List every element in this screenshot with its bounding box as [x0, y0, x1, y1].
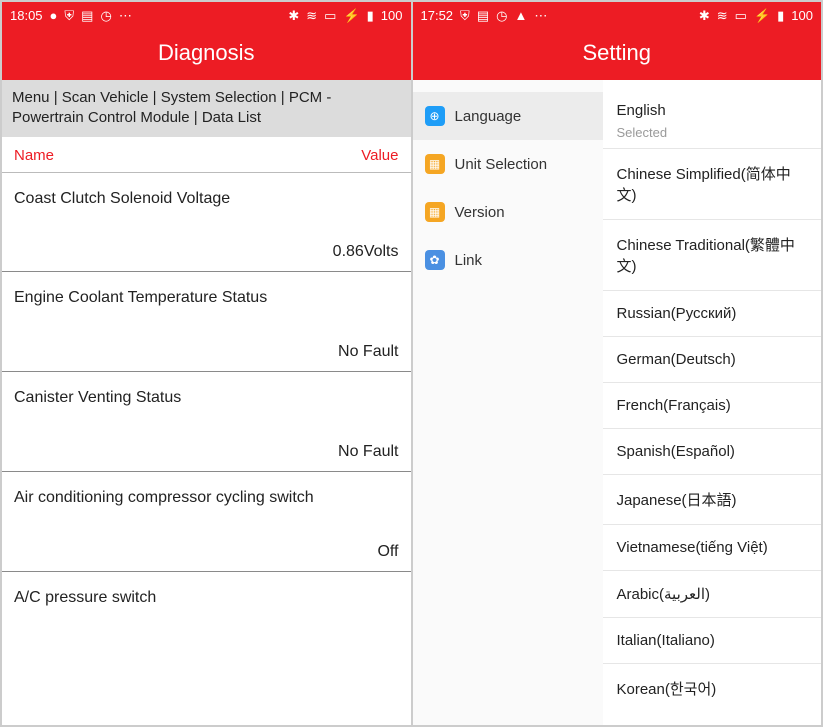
nav-item-version[interactable]: ▦ Version: [413, 188, 603, 236]
wifi-icon: ≋: [306, 9, 317, 22]
wifi-icon: ≋: [717, 9, 728, 22]
data-row[interactable]: Coast Clutch Solenoid Voltage 0.86Volts: [2, 173, 411, 273]
col-name: Name: [14, 147, 54, 164]
nav-label: Unit Selection: [455, 156, 548, 173]
rotate-icon: ▭: [324, 9, 336, 22]
data-row[interactable]: A/C pressure switch: [2, 572, 411, 621]
rotate-icon: ▭: [735, 9, 747, 22]
shield-icon: ⛨: [64, 9, 74, 22]
ruler-icon: ▦: [425, 154, 445, 174]
shield-icon: ⛨: [460, 9, 470, 22]
data-name: A/C pressure switch: [2, 572, 411, 621]
language-option[interactable]: Arabic(العربية): [603, 571, 822, 618]
more-icon: ⋯: [119, 9, 132, 22]
data-name: Coast Clutch Solenoid Voltage: [2, 173, 411, 222]
clock-icon: ◷: [496, 9, 507, 22]
data-value: No Fault: [2, 421, 411, 471]
status-time: 17:52: [421, 8, 454, 23]
nav-item-unit[interactable]: ▦ Unit Selection: [413, 140, 603, 188]
language-option[interactable]: French(Français): [603, 383, 822, 429]
globe-icon: ⊕: [425, 106, 445, 126]
gear-icon: ✿: [425, 250, 445, 270]
data-name: Air conditioning compressor cycling swit…: [2, 472, 411, 521]
nav-label: Version: [455, 204, 505, 221]
language-list[interactable]: English Selected Chinese Simplified(简体中文…: [603, 80, 822, 725]
data-name: Engine Coolant Temperature Status: [2, 272, 411, 321]
note-icon: ▤: [81, 9, 93, 22]
charge-icon: ⚡: [343, 9, 359, 22]
status-bar: 17:52 ⛨ ▤ ◷ ▲ ⋯ ✱ ≋ ▭ ⚡ ▮ 100: [413, 2, 822, 28]
note-icon: ▤: [477, 9, 489, 22]
data-list[interactable]: Coast Clutch Solenoid Voltage 0.86Volts …: [2, 173, 411, 726]
data-value: 0.86Volts: [2, 221, 411, 271]
language-option[interactable]: Vietnamese(tiếng Việt): [603, 525, 822, 571]
language-option[interactable]: Chinese Simplified(简体中文): [603, 149, 822, 220]
data-value: No Fault: [2, 321, 411, 371]
nav-item-link[interactable]: ✿ Link: [413, 236, 603, 284]
battery-pct: 100: [791, 8, 813, 23]
clock-icon: ◷: [100, 9, 111, 22]
grid-icon: ▦: [425, 202, 445, 222]
language-option[interactable]: Italian(Italiano): [603, 618, 822, 664]
selected-label: Selected: [603, 121, 822, 149]
nav-item-language[interactable]: ⊕ Language: [413, 92, 603, 140]
status-bar: 18:05 ● ⛨ ▤ ◷ ⋯ ✱ ≋ ▭ ⚡ ▮ 100: [2, 2, 411, 28]
battery-icon: ▮: [777, 9, 784, 22]
language-option[interactable]: Chinese Traditional(繁體中文): [603, 220, 822, 291]
language-option[interactable]: Korean(한국어): [603, 664, 822, 713]
col-value: Value: [361, 147, 398, 164]
data-row[interactable]: Air conditioning compressor cycling swit…: [2, 472, 411, 572]
language-option[interactable]: English: [603, 88, 822, 121]
breadcrumb: Menu | Scan Vehicle | System Selection |…: [2, 80, 411, 137]
bluetooth-icon: ✱: [288, 9, 299, 22]
diagnosis-screen: 18:05 ● ⛨ ▤ ◷ ⋯ ✱ ≋ ▭ ⚡ ▮ 100 Diagnosis …: [1, 1, 412, 726]
data-row[interactable]: Engine Coolant Temperature Status No Fau…: [2, 272, 411, 372]
data-name: Canister Venting Status: [2, 372, 411, 421]
chat-icon: ●: [50, 9, 58, 22]
battery-pct: 100: [381, 8, 403, 23]
nav-label: Link: [455, 252, 483, 269]
language-option[interactable]: German(Deutsch): [603, 337, 822, 383]
battery-icon: ▮: [367, 9, 374, 22]
settings-nav: ⊕ Language ▦ Unit Selection ▦ Version ✿ …: [413, 80, 603, 725]
language-option[interactable]: Russian(Русский): [603, 291, 822, 337]
more-icon: ⋯: [534, 9, 547, 22]
language-option[interactable]: Japanese(日本語): [603, 475, 822, 525]
warning-icon: ▲: [514, 9, 527, 22]
language-option[interactable]: Spanish(Español): [603, 429, 822, 475]
setting-screen: 17:52 ⛨ ▤ ◷ ▲ ⋯ ✱ ≋ ▭ ⚡ ▮ 100 Setting ⊕ …: [412, 1, 823, 726]
nav-label: Language: [455, 108, 522, 125]
charge-icon: ⚡: [754, 9, 770, 22]
data-value: Off: [2, 521, 411, 571]
status-time: 18:05: [10, 8, 43, 23]
data-row[interactable]: Canister Venting Status No Fault: [2, 372, 411, 472]
column-headers: Name Value: [2, 137, 411, 173]
page-title: Diagnosis: [2, 28, 411, 80]
bluetooth-icon: ✱: [699, 9, 710, 22]
page-title: Setting: [413, 28, 822, 80]
